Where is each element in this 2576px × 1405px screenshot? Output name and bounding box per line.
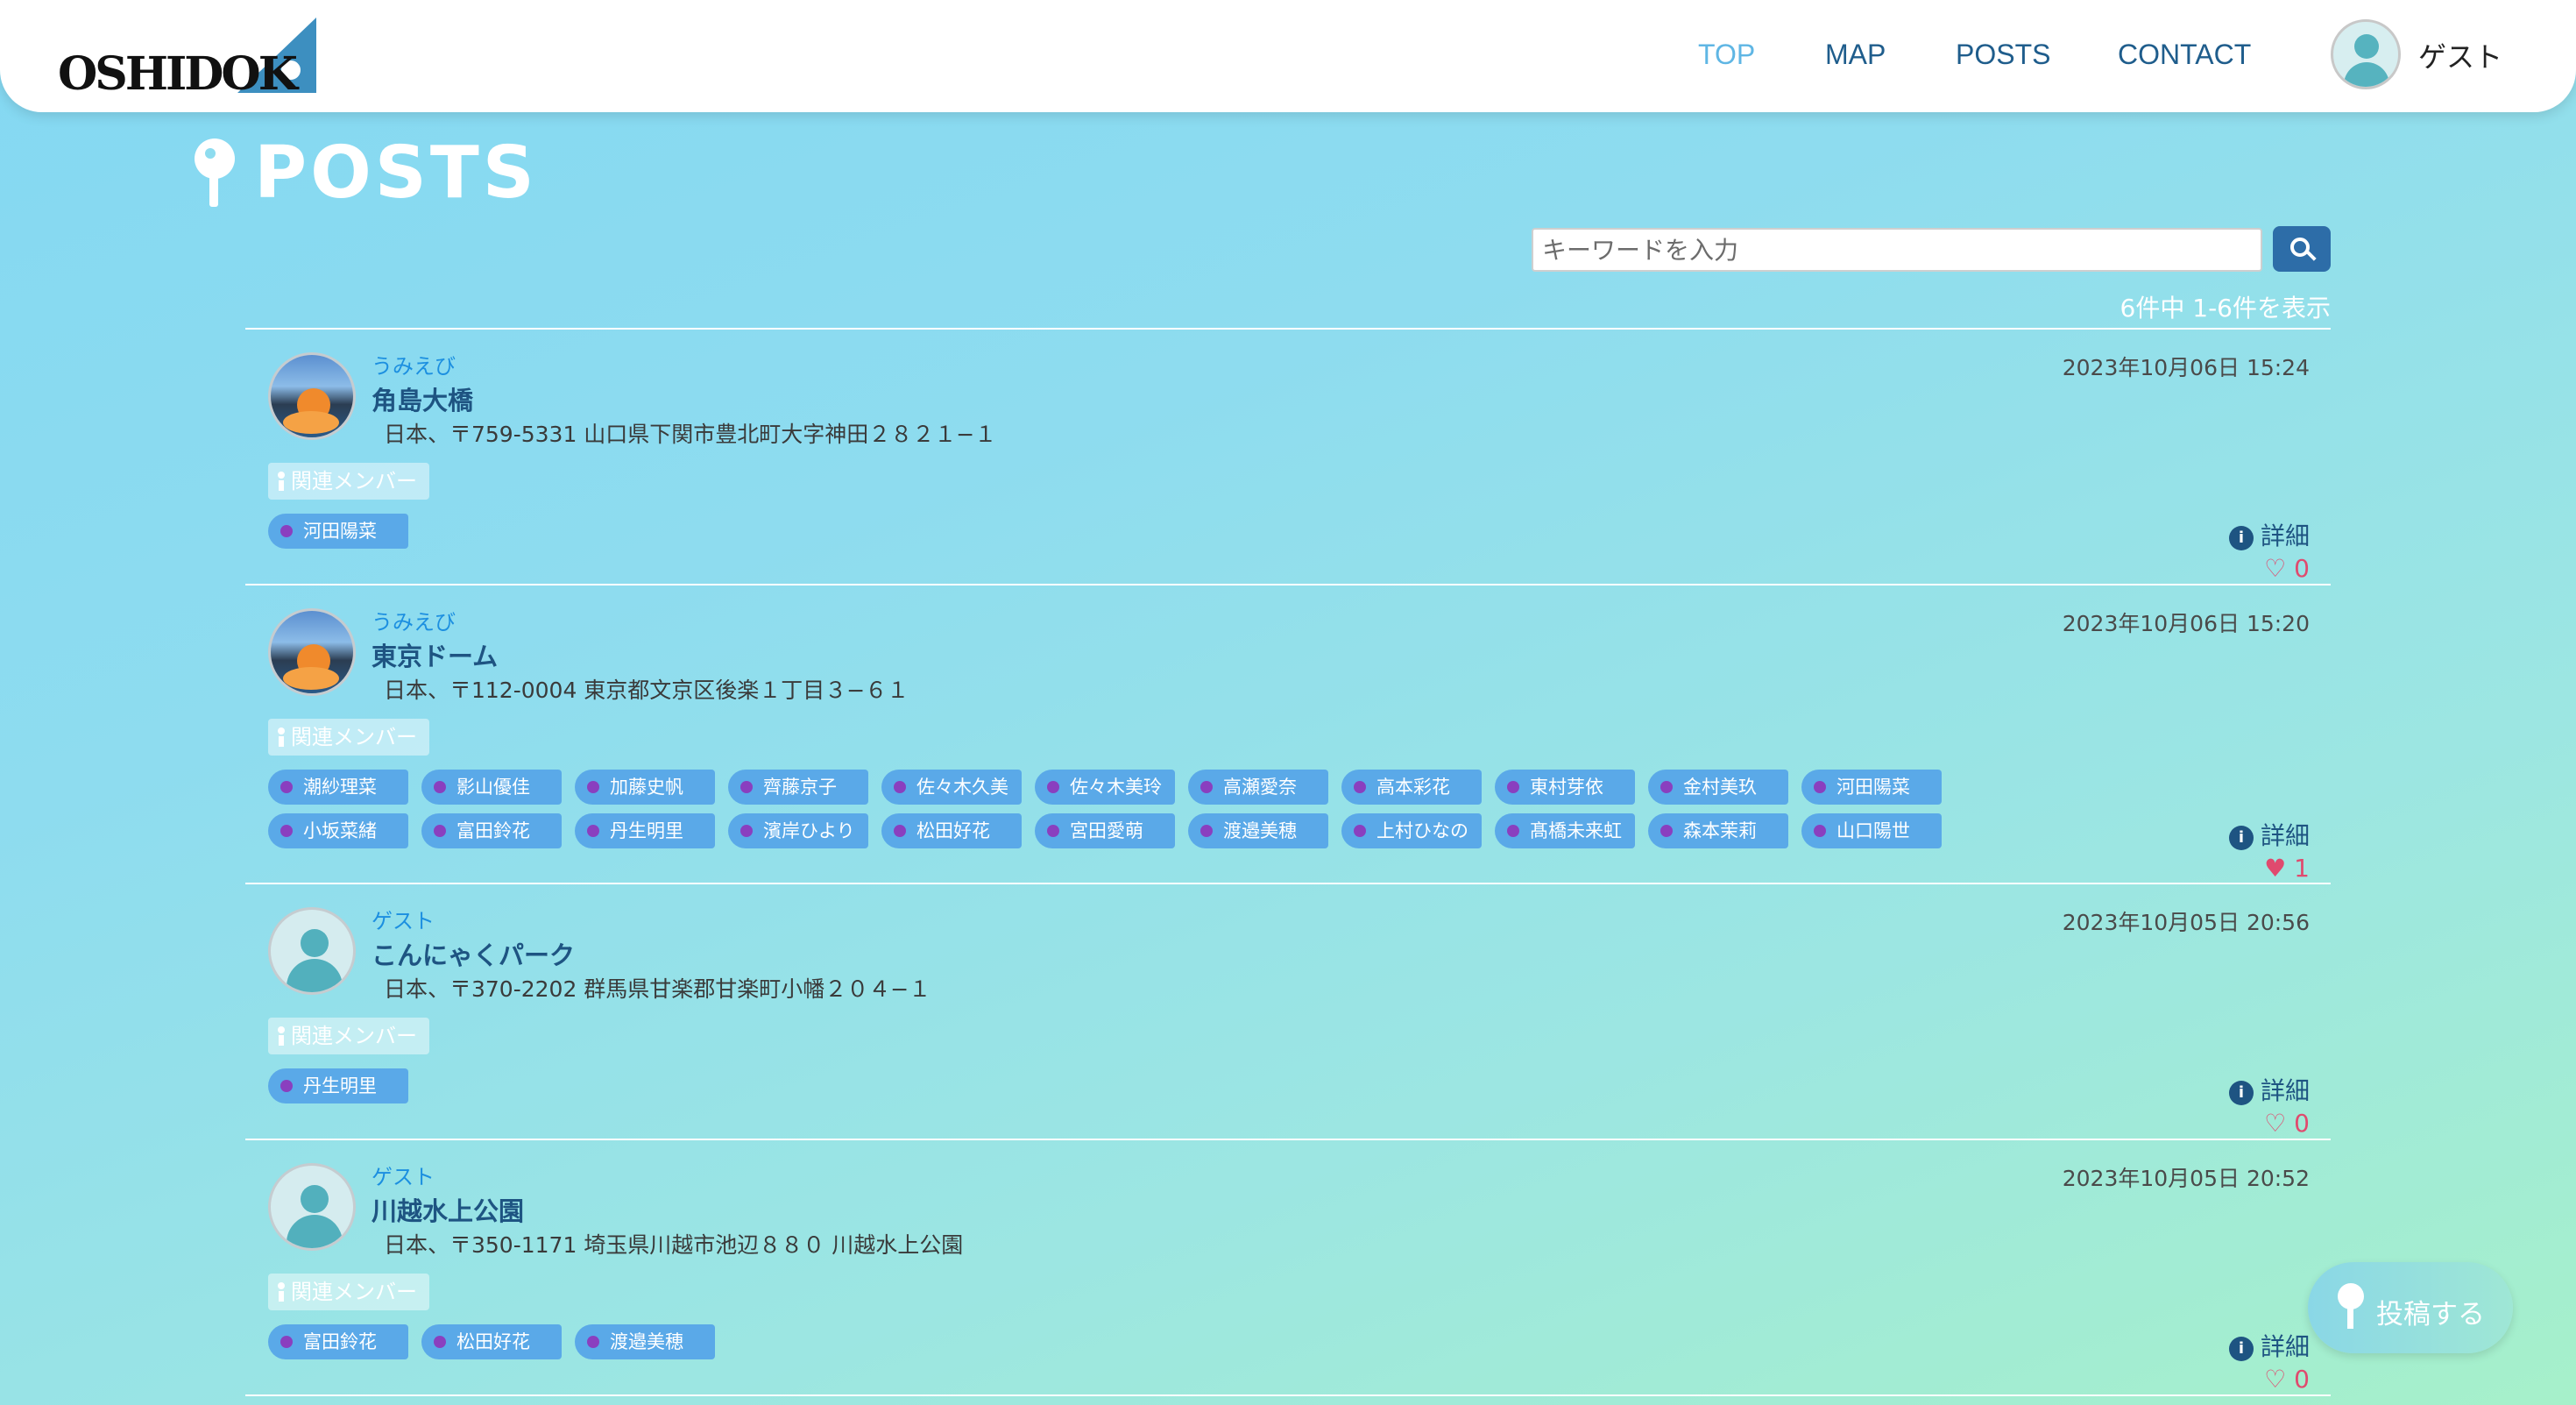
- like-count: 1: [2294, 854, 2310, 883]
- person-icon: [277, 1026, 286, 1046]
- member-tag[interactable]: 高本彩花: [1341, 770, 1482, 805]
- new-post-button[interactable]: 投稿する: [2308, 1262, 2513, 1353]
- member-tag[interactable]: 濱岸ひより: [728, 813, 868, 848]
- person-icon: [277, 472, 286, 491]
- member-tag[interactable]: 富田鈴花: [268, 1324, 408, 1359]
- post-address: 日本、〒370-2202 群馬県甘楽郡甘楽町小幡２０４−１: [384, 976, 931, 1002]
- member-tag[interactable]: 加藤史帆: [575, 770, 715, 805]
- member-tag[interactable]: 佐々木美玲: [1035, 770, 1175, 805]
- member-tag[interactable]: 小坂菜緒: [268, 813, 408, 848]
- detail-link[interactable]: i 詳細: [2228, 817, 2310, 852]
- page-title: POSTS: [254, 131, 538, 215]
- member-tag[interactable]: 森本茉莉: [1648, 813, 1788, 848]
- like-button[interactable]: ♡ 0: [2264, 1109, 2310, 1138]
- member-tag[interactable]: 齊藤京子: [728, 770, 868, 805]
- detail-link[interactable]: i 詳細: [2228, 517, 2310, 552]
- info-icon: i: [2228, 1337, 2254, 1361]
- member-tag[interactable]: 上村ひなの: [1341, 813, 1482, 848]
- related-members-label: 関連メンバー: [268, 719, 429, 756]
- author-avatar[interactable]: [268, 907, 356, 995]
- member-tag[interactable]: 金村美玖: [1648, 770, 1788, 805]
- member-tag[interactable]: 髙橋未来虹: [1495, 813, 1635, 848]
- site-logo[interactable]: OSHIDOK: [58, 18, 321, 101]
- post-address: 日本、〒350-1171 埼玉県川越市池辺８８０ 川越水上公園: [384, 1232, 964, 1258]
- nav-top[interactable]: TOP: [1698, 39, 1755, 71]
- person-icon: [277, 1282, 286, 1302]
- post-card: うみえび 2023年10月06日 15:24 角島大橋 日本、〒759-5331…: [245, 328, 2331, 584]
- post-date: 2023年10月05日 20:56: [2062, 910, 2310, 935]
- like-button[interactable]: ♡ 0: [2264, 1365, 2310, 1394]
- member-tag[interactable]: 松田好花: [881, 813, 1022, 848]
- like-count: 0: [2294, 1109, 2310, 1138]
- member-tag[interactable]: 渡邉美穂: [1188, 813, 1328, 848]
- heart-icon: ♡: [2264, 1365, 2287, 1394]
- member-tag[interactable]: 潮紗理菜: [268, 770, 408, 805]
- result-count: 6件中 1-6件を表示: [2120, 294, 2331, 323]
- related-members-label: 関連メンバー: [268, 463, 429, 500]
- user-name[interactable]: ゲスト: [2418, 35, 2502, 75]
- nav-contact[interactable]: CONTACT: [2118, 39, 2251, 71]
- post-place[interactable]: こんにゃくパーク: [372, 935, 575, 972]
- like-button[interactable]: ♥ 1: [2264, 854, 2310, 883]
- heart-icon: ♥: [2264, 854, 2287, 883]
- post-date: 2023年10月06日 15:20: [2062, 611, 2310, 636]
- post-card: ゲスト 2023年10月05日 20:52 川越水上公園 日本、〒350-117…: [245, 1139, 2331, 1394]
- nav-map[interactable]: MAP: [1825, 39, 1886, 71]
- member-tag[interactable]: 宮田愛萌: [1035, 813, 1175, 848]
- member-tag[interactable]: 富田鈴花: [421, 813, 562, 848]
- search-button[interactable]: [2273, 226, 2331, 272]
- member-tag[interactable]: 丹生明里: [575, 813, 715, 848]
- post-card: ゲスト 2023年10月05日 20:56 こんにゃくパーク 日本、〒370-2…: [245, 883, 2331, 1139]
- member-tag[interactable]: 渡邉美穂: [575, 1324, 715, 1359]
- post-author[interactable]: ゲスト: [372, 904, 435, 934]
- post-author[interactable]: うみえび: [372, 349, 456, 380]
- detail-link[interactable]: i 詳細: [2228, 1328, 2310, 1363]
- member-tag[interactable]: 丹生明里: [268, 1068, 408, 1103]
- heart-icon: ♡: [2264, 554, 2287, 583]
- like-button[interactable]: ♡ 0: [2264, 554, 2310, 583]
- related-members-label: 関連メンバー: [268, 1018, 429, 1054]
- post-author[interactable]: うみえび: [372, 605, 456, 635]
- post-author[interactable]: ゲスト: [372, 1160, 435, 1190]
- user-avatar-head: [2354, 34, 2379, 59]
- user-avatar-body: [2344, 62, 2389, 87]
- like-count: 0: [2294, 554, 2310, 583]
- member-tag[interactable]: 東村芽依: [1495, 770, 1635, 805]
- info-icon: i: [2228, 526, 2254, 550]
- post-date: 2023年10月05日 20:52: [2062, 1166, 2310, 1191]
- related-members-label: 関連メンバー: [268, 1274, 429, 1310]
- post-date: 2023年10月06日 15:24: [2062, 355, 2310, 380]
- post-address: 日本、〒759-5331 山口県下関市豊北町大字神田２８２１−１: [384, 422, 997, 447]
- site-header: OSHIDOK TOP MAP POSTS CONTACT ゲスト: [0, 0, 2576, 112]
- member-tag[interactable]: 山口陽世: [1801, 813, 1942, 848]
- search-input[interactable]: [1532, 228, 2262, 272]
- new-post-label: 投稿する: [2376, 1299, 2485, 1330]
- detail-link[interactable]: i 詳細: [2228, 1072, 2310, 1107]
- logo-text: OSHIDOK: [58, 47, 298, 101]
- member-tag[interactable]: 佐々木久美: [881, 770, 1022, 805]
- post-divider: [245, 1394, 2331, 1405]
- info-icon: i: [2228, 1081, 2254, 1105]
- post-address: 日本、〒112-0004 東京都文京区後楽１丁目３−６１: [384, 678, 909, 703]
- like-count: 0: [2294, 1365, 2310, 1394]
- heart-icon: ♡: [2264, 1109, 2287, 1138]
- author-avatar[interactable]: [268, 608, 356, 696]
- user-avatar[interactable]: [2331, 19, 2401, 89]
- member-tag[interactable]: 松田好花: [421, 1324, 562, 1359]
- member-tag[interactable]: 高瀬愛奈: [1188, 770, 1328, 805]
- member-tag[interactable]: 河田陽菜: [1801, 770, 1942, 805]
- author-avatar[interactable]: [268, 1163, 356, 1251]
- info-icon: i: [2228, 826, 2254, 850]
- post-place[interactable]: 角島大橋: [372, 380, 473, 417]
- post-place[interactable]: 東京ドーム: [372, 636, 498, 673]
- nav-posts[interactable]: POSTS: [1956, 39, 2050, 71]
- author-avatar[interactable]: [268, 352, 356, 440]
- post-place[interactable]: 川越水上公園: [372, 1191, 524, 1228]
- post-card: うみえび 2023年10月06日 15:20 東京ドーム 日本、〒112-000…: [245, 584, 2331, 883]
- person-icon: [277, 727, 286, 747]
- member-tag[interactable]: 影山優佳: [421, 770, 562, 805]
- member-tag[interactable]: 河田陽菜: [268, 514, 408, 549]
